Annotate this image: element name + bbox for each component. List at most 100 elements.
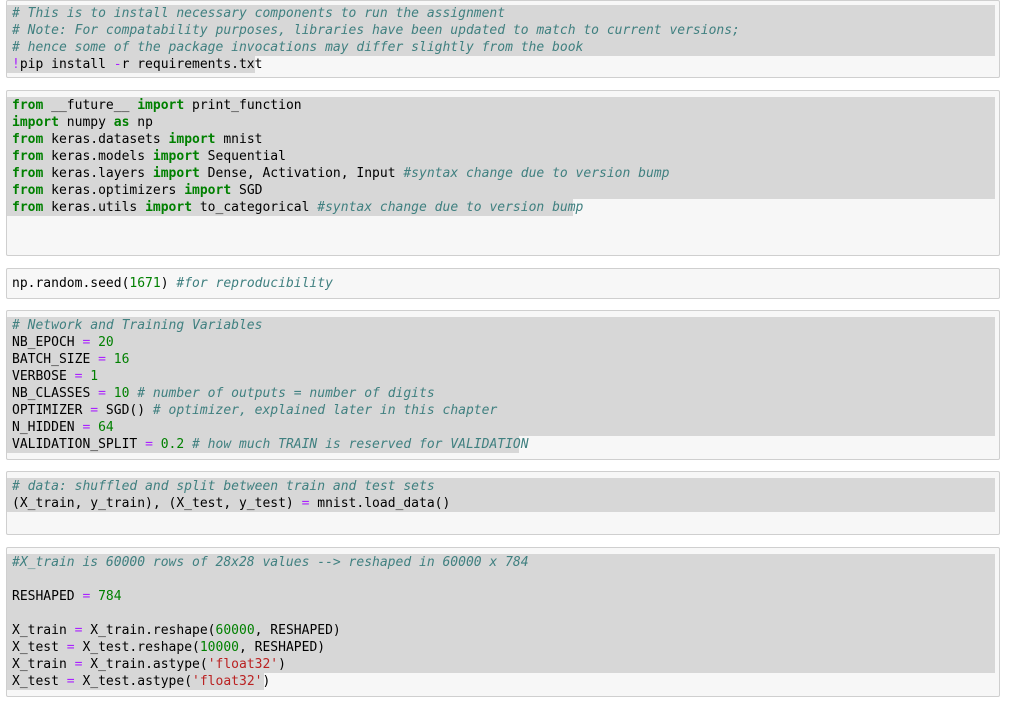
code-token: import xyxy=(152,149,200,164)
code-token: X_test.reshape( xyxy=(74,640,200,655)
code-token: keras.models xyxy=(43,149,153,164)
code-token: VALIDATION_SPLIT xyxy=(12,437,146,452)
code-token: # data: shuffled and split between train… xyxy=(12,479,435,494)
code-line: import numpy as np xyxy=(7,114,995,131)
code-token: Dense, Activation, Input xyxy=(199,166,404,181)
code-line: from keras.layers import Dense, Activati… xyxy=(7,165,995,182)
code-token: from xyxy=(12,166,44,181)
code-token: 16 xyxy=(113,352,130,367)
code-token: X_train xyxy=(12,657,75,672)
code-token: 10000 xyxy=(199,640,239,655)
code-line: !pip install -r requirements.txt xyxy=(7,56,262,73)
code-token: , RESHAPED) xyxy=(239,640,326,655)
code-token: keras.utils xyxy=(43,200,146,215)
code-token: __future__ xyxy=(43,98,138,113)
code-token: np xyxy=(129,115,153,130)
code-token: SGD xyxy=(231,183,263,198)
code-token: keras.optimizers xyxy=(43,183,185,198)
code-token: NB_EPOCH xyxy=(12,335,83,350)
code-token: ) xyxy=(278,657,286,672)
code-line: X_test = X_test.reshape(10000, RESHAPED) xyxy=(7,639,995,656)
code-cell-seed[interactable]: np.random.seed(1671) #for reproducibilit… xyxy=(6,268,1000,299)
code-line: NB_CLASSES = 10 # number of outputs = nu… xyxy=(7,385,995,402)
code-line: X_train = X_train.astype('float32') xyxy=(7,656,995,673)
code-token: SGD() xyxy=(98,403,153,418)
code-token: from xyxy=(12,149,44,164)
code-cell-load-data[interactable]: # data: shuffled and split between train… xyxy=(6,471,1000,535)
code-line: (X_train, y_train), (X_test, y_test) = m… xyxy=(7,495,995,512)
code-token: # Note: For compatability purposes, libr… xyxy=(12,23,740,38)
code-token: # hence some of the package invocations … xyxy=(12,40,584,55)
code-token: = xyxy=(90,403,99,418)
code-token: # optimizer, explained later in this cha… xyxy=(152,403,498,418)
code-token: 1671 xyxy=(129,276,161,291)
code-line: from keras.utils import to_categorical #… xyxy=(7,199,583,216)
code-line: X_train = X_train.reshape(60000, RESHAPE… xyxy=(7,622,995,639)
code-token: pip install xyxy=(19,57,114,72)
code-token: 10 xyxy=(113,386,130,401)
code-token: import xyxy=(145,200,193,215)
code-line: BATCH_SIZE = 16 xyxy=(7,351,995,368)
code-token: mnist.load_data() xyxy=(309,496,451,511)
code-token: # number of outputs = number of digits xyxy=(137,386,435,401)
code-token: 'float32' xyxy=(207,657,279,672)
code-line: np.random.seed(1671) #for reproducibilit… xyxy=(12,275,333,292)
code-token: N_HIDDEN xyxy=(12,420,83,435)
code-token: BATCH_SIZE xyxy=(12,352,99,367)
code-token: # Network and Training Variables xyxy=(12,318,263,333)
code-token: 0.2 xyxy=(160,437,185,452)
code-cell-install[interactable]: # This is to install necessary component… xyxy=(6,0,1000,78)
code-token: #syntax change due to version bump xyxy=(317,200,584,215)
code-token: import xyxy=(12,115,59,130)
code-line: #X_train is 60000 rows of 28x28 values -… xyxy=(7,554,995,571)
code-token: = xyxy=(98,386,106,401)
code-cell-variables[interactable]: # Network and Training Variables NB_EPOCH… xyxy=(6,310,1000,460)
code-line: from keras.models import Sequential xyxy=(7,148,995,165)
code-token: = xyxy=(98,352,106,367)
code-line: NB_EPOCH = 20 xyxy=(7,334,995,351)
code-token: from xyxy=(12,200,44,215)
code-token: X_train.reshape( xyxy=(82,623,216,638)
code-line: X_test = X_test.astype('float32') xyxy=(7,673,270,690)
code-token: X_test xyxy=(12,640,67,655)
code-token: 64 xyxy=(98,420,114,435)
code-line: from keras.optimizers import SGD xyxy=(7,182,995,199)
code-token: - xyxy=(113,57,122,72)
code-line: RESHAPED = 784 xyxy=(7,588,995,605)
code-token: 784 xyxy=(98,589,122,604)
code-line: from __future__ import print_function xyxy=(7,97,995,114)
code-cell-reshape[interactable]: #X_train is 60000 rows of 28x28 values -… xyxy=(6,547,1000,697)
code-token: from xyxy=(12,183,44,198)
code-token: import xyxy=(137,98,185,113)
code-token: import xyxy=(152,166,200,181)
code-line: # Network and Training Variables xyxy=(7,317,995,334)
code-token: mnist xyxy=(215,132,263,147)
code-token: OPTIMIZER xyxy=(12,403,91,418)
code-token: from xyxy=(12,132,44,147)
code-line: OPTIMIZER = SGD() # optimizer, explained… xyxy=(7,402,995,419)
code-line: VALIDATION_SPLIT = 0.2 # how much TRAIN … xyxy=(7,436,529,453)
code-token: ) xyxy=(160,276,177,291)
code-token: r requirements.txt xyxy=(121,57,263,72)
code-line: # Note: For compatability purposes, libr… xyxy=(7,22,995,39)
code-token: import xyxy=(184,183,232,198)
code-line: N_HIDDEN = 64 xyxy=(7,419,995,436)
code-cell-imports[interactable]: from __future__ import print_function imp… xyxy=(6,90,1000,256)
code-line xyxy=(7,571,995,588)
code-token: keras.layers xyxy=(43,166,153,181)
code-line: # data: shuffled and split between train… xyxy=(7,478,995,495)
code-line: # hence some of the package invocations … xyxy=(7,39,995,56)
code-token: 20 xyxy=(98,335,114,350)
code-token: NB_CLASSES xyxy=(12,386,99,401)
code-token: to_categorical xyxy=(192,200,318,215)
code-token: X_test.astype( xyxy=(74,674,193,689)
code-token: 60000 xyxy=(215,623,255,638)
code-token: = xyxy=(66,640,75,655)
code-token: #X_train is 60000 rows of 28x28 values -… xyxy=(12,555,529,570)
code-token: ! xyxy=(12,57,20,72)
